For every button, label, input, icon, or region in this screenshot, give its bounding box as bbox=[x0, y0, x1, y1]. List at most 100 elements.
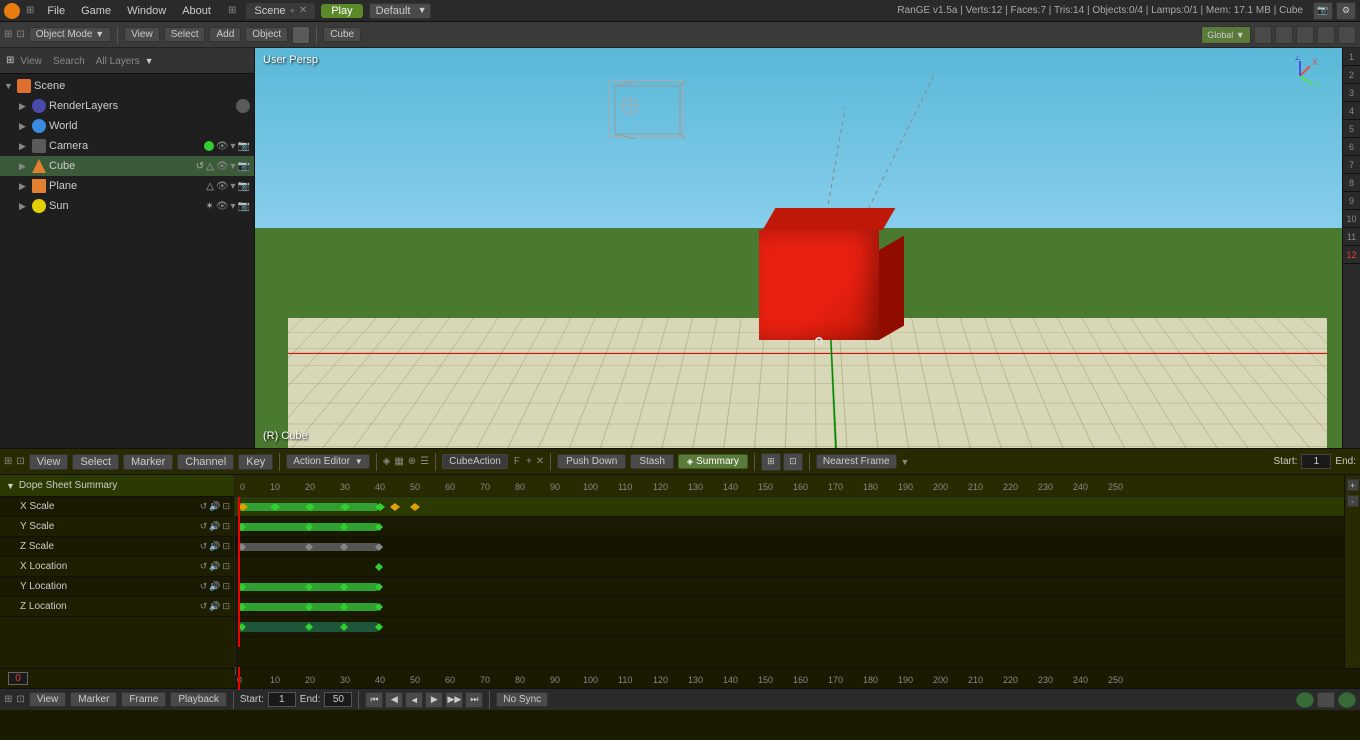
ds-stash-btn[interactable]: Stash bbox=[630, 454, 674, 469]
tree-item-plane[interactable]: ▶ Plane △ 👁 ▾ 📷 bbox=[0, 176, 254, 196]
add-scene-icon[interactable]: + bbox=[290, 6, 295, 16]
tree-item-cube[interactable]: ▶ Cube ↺ △ 👁 ▾ 📷 bbox=[0, 156, 254, 176]
layer-5[interactable]: 5 bbox=[1343, 120, 1360, 138]
jump-start-btn[interactable]: ⏮ bbox=[365, 692, 383, 708]
ds-plus-icon[interactable]: + bbox=[526, 456, 532, 467]
ds-filter2-icon[interactable]: ▦ bbox=[394, 456, 403, 467]
ds-filter3-icon[interactable]: ⊕ bbox=[408, 456, 416, 467]
active-object-label[interactable]: Cube bbox=[323, 27, 361, 42]
bb-end-val[interactable]: 50 bbox=[324, 692, 352, 707]
layer-7[interactable]: 7 bbox=[1343, 156, 1360, 174]
ds-pushdown-btn[interactable]: Push Down bbox=[557, 454, 626, 469]
scene-settings-btn[interactable]: ⚙ bbox=[1336, 2, 1356, 20]
ds-filter4-icon[interactable]: ☰ bbox=[420, 456, 429, 467]
menu-game[interactable]: Game bbox=[74, 3, 118, 19]
viewport-gizmo-btn[interactable] bbox=[1338, 26, 1356, 44]
ds-summary-btn[interactable]: ◈ Summary bbox=[678, 454, 748, 469]
close-scene-icon[interactable]: ✕ bbox=[299, 5, 307, 16]
menu-window[interactable]: Window bbox=[120, 3, 173, 19]
bb-marker-btn[interactable]: Marker bbox=[70, 692, 117, 707]
vis-icon2: ▾ bbox=[231, 141, 236, 152]
viewport-overlay-btn[interactable] bbox=[1317, 26, 1335, 44]
channel-xscale[interactable]: X Scale ↺ 🔊 ⊡ bbox=[0, 497, 234, 517]
ds-filter-icon[interactable]: ◈ bbox=[383, 456, 391, 467]
viewport-shade-btn[interactable] bbox=[292, 26, 310, 44]
scene-tab[interactable]: Scene + ✕ bbox=[246, 3, 315, 19]
channel-zloc[interactable]: Z Location ↺ 🔊 ⊡ bbox=[0, 597, 234, 617]
jump-end-btn[interactable]: ⏭ bbox=[465, 692, 483, 708]
menu-about[interactable]: About bbox=[175, 3, 218, 19]
ds-action-name[interactable]: CubeAction bbox=[442, 454, 508, 469]
scroll-down-btn[interactable]: - bbox=[1347, 495, 1359, 507]
mode-selector[interactable]: Object Mode ▼ bbox=[29, 27, 111, 42]
ds-marker-btn[interactable]: Marker bbox=[123, 454, 173, 470]
add-menu-btn[interactable]: Add bbox=[209, 27, 241, 42]
bb-green-circle1[interactable] bbox=[1296, 692, 1314, 708]
ds-x-icon[interactable]: ✕ bbox=[536, 456, 544, 467]
pb-btn2[interactable]: ⊡ bbox=[783, 453, 803, 471]
ds-start-val[interactable]: 1 bbox=[1301, 454, 1331, 469]
pb-btn1[interactable]: ⊞ bbox=[761, 453, 781, 471]
ds-key-btn[interactable]: Key bbox=[238, 454, 273, 470]
ds-editor-selector[interactable]: Action Editor ▼ bbox=[286, 454, 369, 469]
play-btn[interactable]: ▶ bbox=[425, 692, 443, 708]
pivot-btn[interactable] bbox=[1275, 26, 1293, 44]
scroll-up-btn[interactable]: + bbox=[1347, 479, 1359, 491]
svg-text:80: 80 bbox=[515, 482, 525, 492]
bb-green-circle2[interactable] bbox=[1338, 692, 1356, 708]
tree-item-scene[interactable]: ▼ Scene bbox=[0, 76, 254, 96]
bb-start-val[interactable]: 1 bbox=[268, 692, 296, 707]
channel-yloc[interactable]: Y Location ↺ 🔊 ⊡ bbox=[0, 577, 234, 597]
tree-item-world[interactable]: ▶ World bbox=[0, 116, 254, 136]
play-button[interactable]: Play bbox=[321, 4, 362, 18]
alllayers-btn[interactable]: All Layers bbox=[96, 56, 140, 67]
ds-nearest-frame[interactable]: Nearest Frame bbox=[816, 454, 897, 469]
menu-file[interactable]: File bbox=[40, 3, 72, 19]
bb-frame-btn[interactable]: Frame bbox=[121, 692, 166, 707]
dope-summary-row[interactable]: ▼ Dope Sheet Summary bbox=[0, 475, 234, 497]
global-transform-btn[interactable]: Global ▼ bbox=[1201, 26, 1251, 44]
channel-zscale[interactable]: Z Scale ↺ 🔊 ⊡ bbox=[0, 537, 234, 557]
tree-item-camera[interactable]: ▶ Camera 👁 ▾ 📷 bbox=[0, 136, 254, 156]
channel-yscale[interactable]: Y Scale ↺ 🔊 ⊡ bbox=[0, 517, 234, 537]
dopesheet-timeline[interactable]: 0 10 20 30 40 50 60 70 80 90 100 110 120… bbox=[235, 475, 1360, 668]
snap-btn[interactable] bbox=[1254, 26, 1272, 44]
next-keyframe-btn[interactable]: ▶▶ bbox=[445, 692, 463, 708]
channel-xloc[interactable]: X Location ↺ 🔊 ⊡ bbox=[0, 557, 234, 577]
prev-keyframe-btn[interactable]: ◀ bbox=[385, 692, 403, 708]
layer-8[interactable]: 8 bbox=[1343, 174, 1360, 192]
object-menu-btn[interactable]: Object bbox=[245, 27, 288, 42]
layer-3[interactable]: 3 bbox=[1343, 84, 1360, 102]
engine-selector[interactable]: Default ▼ bbox=[369, 3, 432, 19]
ds-view-btn[interactable]: View bbox=[29, 454, 69, 470]
bb-playback-btn[interactable]: Playback bbox=[170, 692, 227, 707]
search-btn[interactable]: Search bbox=[53, 56, 85, 67]
proportional-btn[interactable] bbox=[1296, 26, 1314, 44]
svg-text:10: 10 bbox=[270, 482, 280, 492]
ds-f-icon[interactable]: F bbox=[514, 456, 520, 467]
layer-2[interactable]: 2 bbox=[1343, 66, 1360, 84]
tree-item-sun[interactable]: ▶ Sun ✶ 👁 ▾ 📷 bbox=[0, 196, 254, 216]
3d-viewport[interactable]: User Persp (R) Cube X Y Z 1 2 3 4 5 6 7 … bbox=[255, 48, 1360, 448]
play-reverse-btn[interactable]: ◄ bbox=[405, 692, 423, 708]
tree-item-renderlayers[interactable]: ▶ RenderLayers bbox=[0, 96, 254, 116]
bb-btn1[interactable] bbox=[1317, 692, 1335, 708]
ds-channel-btn[interactable]: Channel bbox=[177, 454, 234, 470]
svg-text:70: 70 bbox=[480, 482, 490, 492]
layer-12[interactable]: 12 bbox=[1343, 246, 1360, 264]
ds-select-btn[interactable]: Select bbox=[72, 454, 119, 470]
svg-text:Y: Y bbox=[1314, 80, 1320, 90]
select-menu-btn[interactable]: Select bbox=[164, 27, 206, 42]
layer-4[interactable]: 4 bbox=[1343, 102, 1360, 120]
view-btn[interactable]: View bbox=[20, 56, 42, 67]
layer-9[interactable]: 9 bbox=[1343, 192, 1360, 210]
layer-1[interactable]: 1 bbox=[1343, 48, 1360, 66]
render-icon-btn[interactable]: 📷 bbox=[1313, 2, 1333, 20]
layer-10[interactable]: 10 bbox=[1343, 210, 1360, 228]
layer-11[interactable]: 11 bbox=[1343, 228, 1360, 246]
view-menu-btn[interactable]: View bbox=[124, 27, 160, 42]
mode-dropdown-icon: ▼ bbox=[95, 29, 104, 39]
layer-6[interactable]: 6 bbox=[1343, 138, 1360, 156]
bb-view-btn[interactable]: View bbox=[29, 692, 67, 707]
sync-btn[interactable]: No Sync bbox=[496, 692, 548, 707]
